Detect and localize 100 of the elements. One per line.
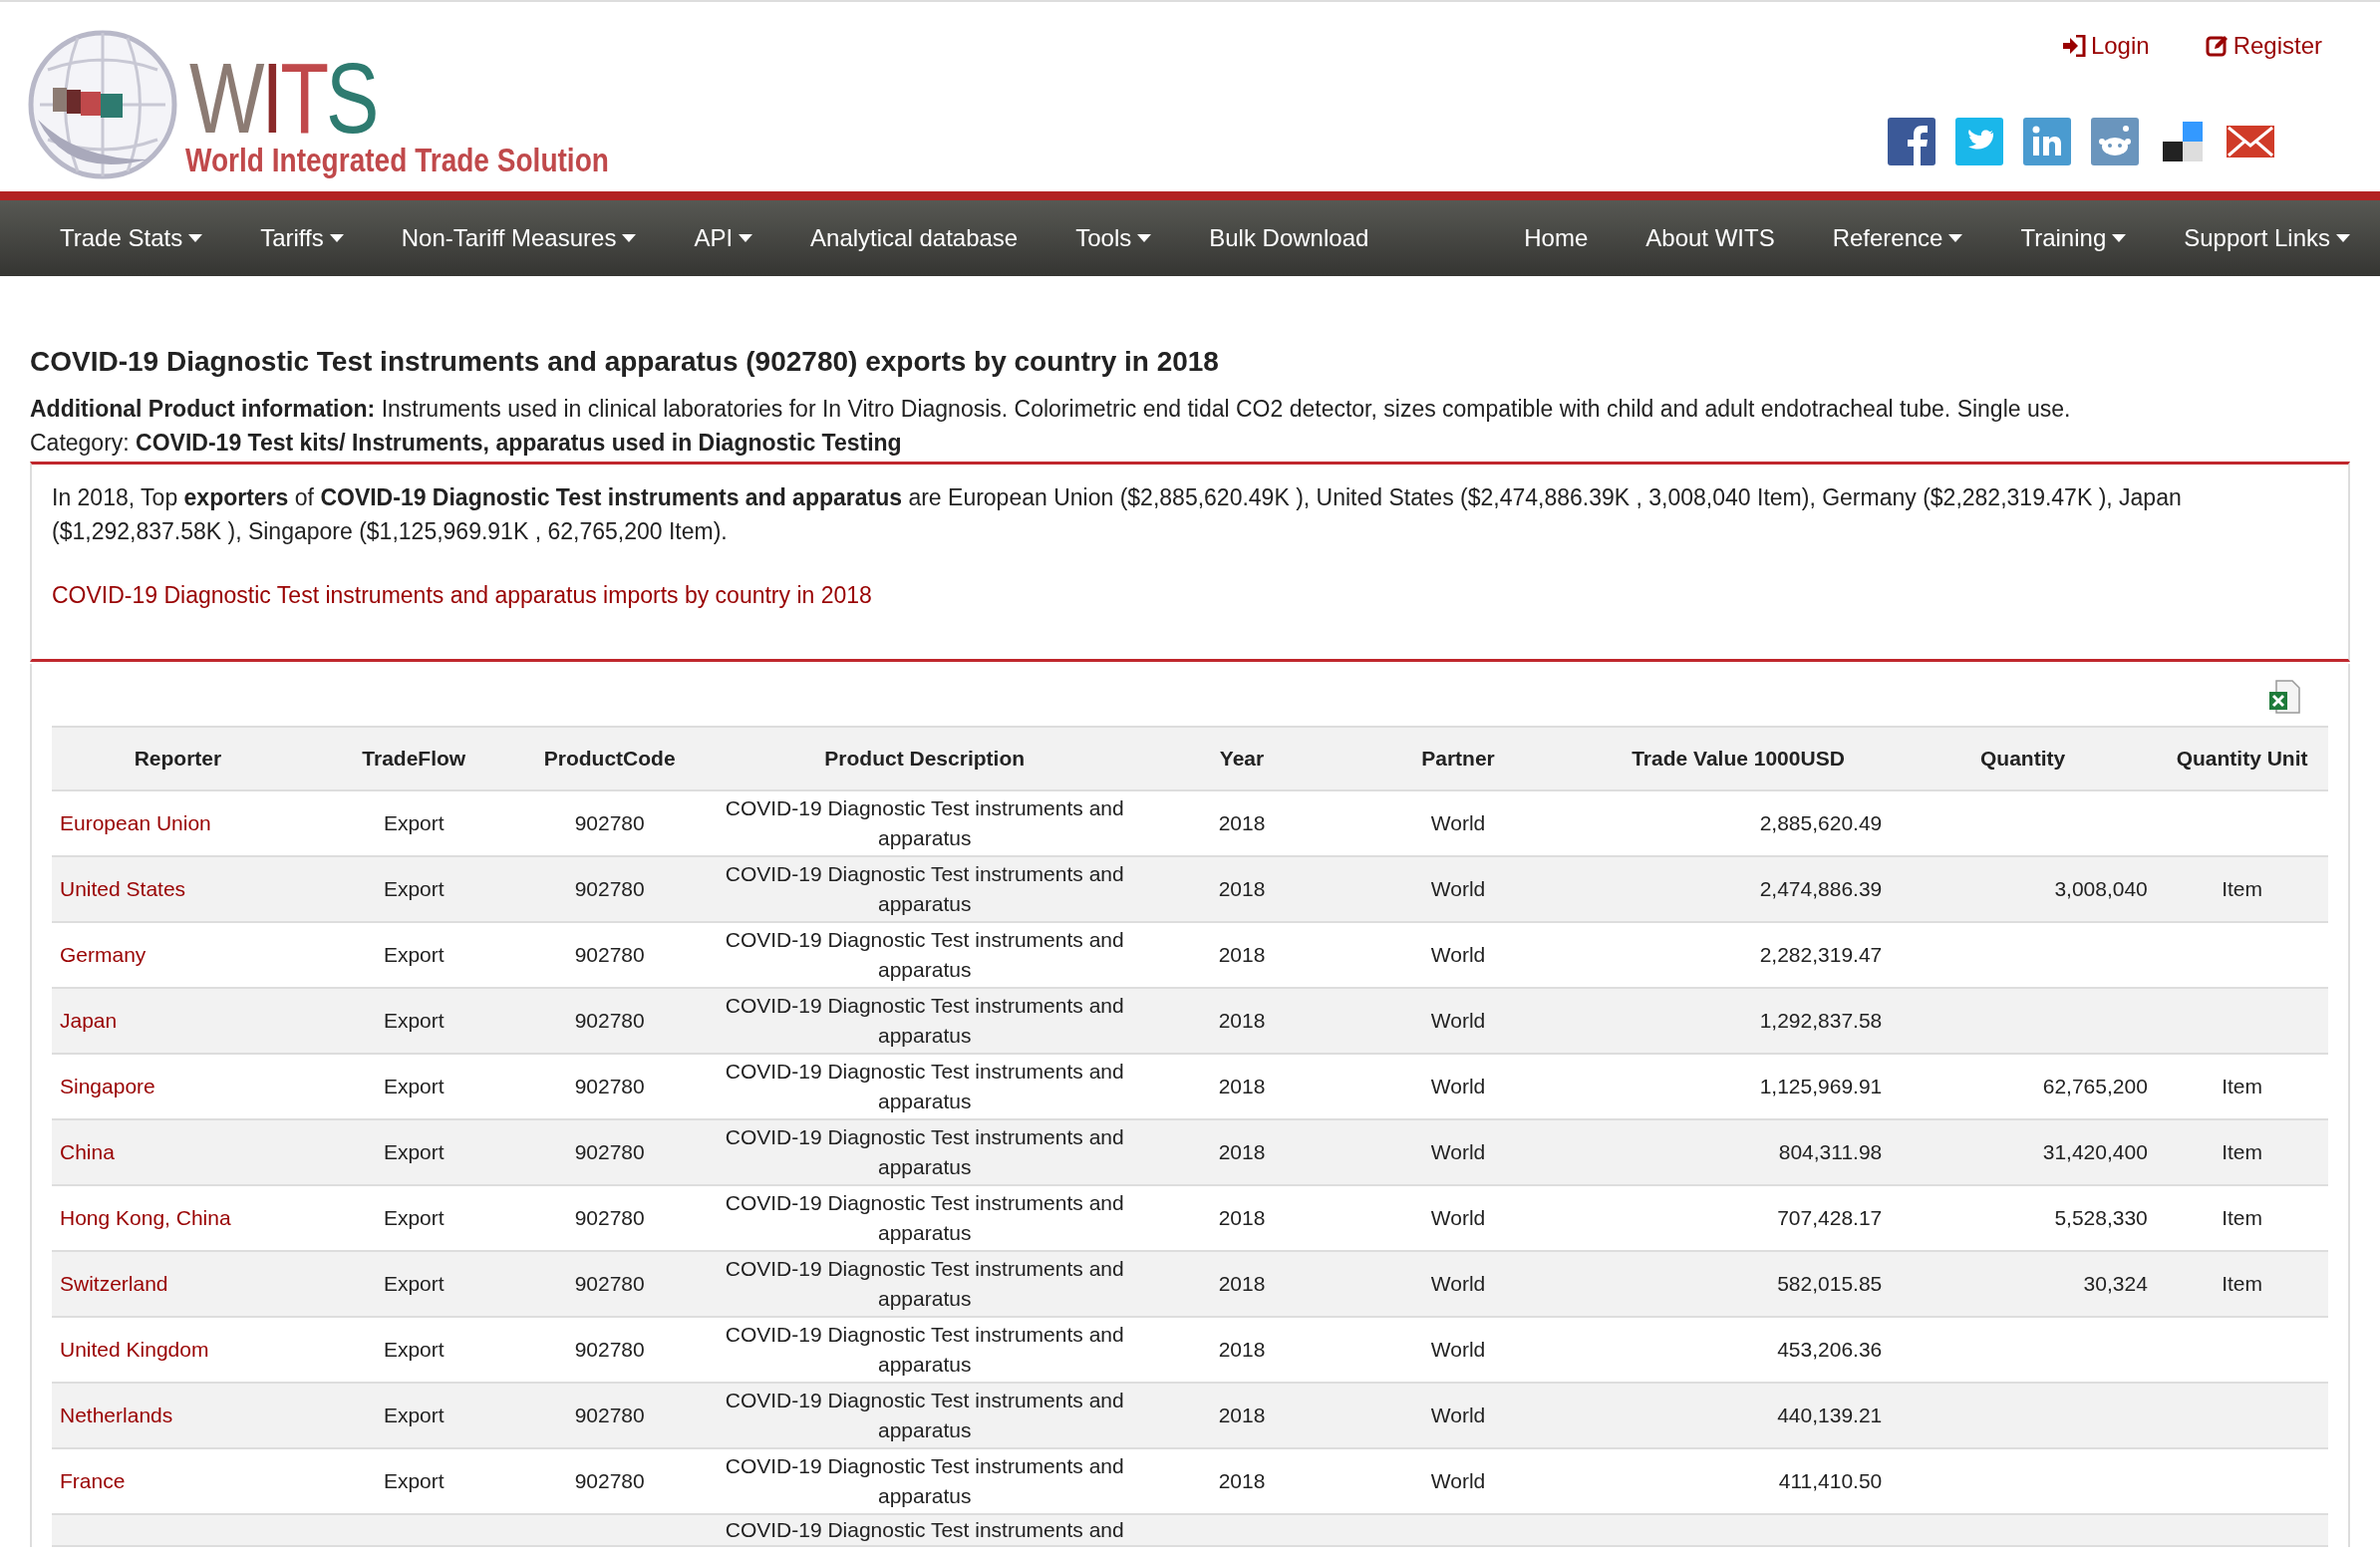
table-cell: 707,428.17 xyxy=(1777,1206,1883,1229)
table-cell: 2018 xyxy=(1218,1009,1266,1032)
reporter-link[interactable]: Netherlands xyxy=(60,1404,173,1426)
nav-link[interactable]: API xyxy=(694,224,753,252)
column-header: Partner xyxy=(1330,727,1587,790)
nav-link[interactable]: Support Links xyxy=(2184,224,2350,252)
table-cell: COVID-19 Diagnostic Test instruments and xyxy=(725,1518,1124,1541)
table-cell: Export xyxy=(383,1140,445,1163)
table-cell: Item xyxy=(2222,1272,2263,1295)
nav-link[interactable]: Tariffs xyxy=(260,224,344,252)
reporter-link[interactable]: Japan xyxy=(60,1009,118,1032)
table-cell: 2018 xyxy=(1218,1469,1266,1492)
reporter-link[interactable]: France xyxy=(60,1469,126,1492)
reporter-link[interactable]: Hong Kong, China xyxy=(60,1206,231,1229)
reporter-link[interactable]: Germany xyxy=(60,943,147,966)
table-cell: 5,528,330 xyxy=(2054,1206,2148,1229)
summary-text: In 2018, Top exporters of COVID-19 Diagnostic Test instruments and apparatus are European Union ($2,885,620.49K ), United States ($2,474,886.39K , 3,008,040 Item), Germany ($2,282,319.47K ), Japan ($1,292,837.58K ), Singapore ($1,125,969.91K , 62,765,200 Item). xyxy=(52,483,2183,546)
table-cell: 2,885,620.49 xyxy=(1759,811,1883,834)
table-cell: 2,282,319.47 xyxy=(1759,943,1883,966)
table-cell: World xyxy=(1430,1075,1486,1097)
caret-icon xyxy=(2336,234,2350,242)
table-cell: 2018 xyxy=(1218,877,1266,900)
table-cell: 902780 xyxy=(574,943,645,966)
table-cell: Export xyxy=(383,1272,445,1295)
table-cell: Item xyxy=(2222,1206,2263,1229)
caret-icon xyxy=(622,234,637,242)
table-cell: COVID-19 Diagnostic Test instruments and apparatus xyxy=(725,1389,1124,1441)
table-cell: 411,410.50 xyxy=(1778,1469,1883,1492)
table-cell: 2018 xyxy=(1218,943,1266,966)
table-cell: Export xyxy=(383,1338,445,1361)
table-cell: World xyxy=(1430,1009,1486,1032)
table-cell: 2018 xyxy=(1218,1272,1266,1295)
table-cell: 902780 xyxy=(574,1272,645,1295)
table-cell: 902780 xyxy=(574,1009,645,1032)
table-cell: 3,008,040 xyxy=(2054,877,2148,900)
nav-link[interactable]: Training xyxy=(2020,224,2127,252)
table-cell: World xyxy=(1430,1338,1486,1361)
nav-link[interactable]: Analytical database xyxy=(810,224,1019,252)
reporter-link[interactable]: Switzerland xyxy=(60,1272,168,1295)
table-cell: World xyxy=(1430,1206,1486,1229)
globe-logo-icon xyxy=(28,30,177,179)
reporter-link[interactable]: Singapore xyxy=(60,1075,155,1097)
table-cell: 902780 xyxy=(574,811,645,834)
column-header: Quantity xyxy=(1890,727,2156,790)
table-cell: 453,206.36 xyxy=(1777,1338,1883,1361)
page-title: COVID-19 Diagnostic Test instruments and apparatus (902780) exports by country in 2018 xyxy=(30,346,1220,378)
nav-link[interactable]: Trade Stats xyxy=(60,224,203,252)
nav-link[interactable]: Bulk Download xyxy=(1209,224,1369,252)
excel-icon[interactable] xyxy=(2268,680,2300,714)
table-cell: 2018 xyxy=(1218,1338,1266,1361)
table-cell: 2,474,886.39 xyxy=(1759,877,1883,900)
table-cell: 30,324 xyxy=(2083,1272,2148,1295)
table-cell: 1,292,837.58 xyxy=(1759,1009,1883,1032)
reporter-link[interactable]: China xyxy=(60,1140,115,1163)
register-link[interactable]: Register xyxy=(2205,32,2322,60)
login-link[interactable]: Login xyxy=(2062,32,2150,60)
table-cell: 902780 xyxy=(574,877,645,900)
table-cell: 902780 xyxy=(574,1075,645,1097)
table-cell: COVID-19 Diagnostic Test instruments and apparatus xyxy=(725,1060,1124,1112)
table-cell: 902780 xyxy=(574,1338,645,1361)
product-info: Additional Product information: Instruments used in clinical laboratories for In Vitro Diagnosis. Colorimetric end tidal CO2 detector, sizes compatible with child and adult endotracheal tube. Single use. xyxy=(30,395,2072,424)
caret-icon xyxy=(1137,234,1152,242)
table-cell: 902780 xyxy=(574,1404,645,1426)
reporter-link[interactable]: United Kingdom xyxy=(60,1338,209,1361)
table-cell: 1,125,969.91 xyxy=(1759,1075,1883,1097)
table-cell: 902780 xyxy=(574,1206,645,1229)
column-header: Product Description xyxy=(695,727,1154,790)
column-header: Reporter xyxy=(52,727,304,790)
facebook-icon xyxy=(1888,118,1935,165)
linkedin-icon xyxy=(2023,118,2071,165)
table-cell: World xyxy=(1430,1404,1486,1426)
reporter-link[interactable]: European Union xyxy=(60,811,211,834)
table-cell: COVID-19 Diagnostic Test instruments and apparatus xyxy=(725,1323,1124,1376)
reporter-link[interactable]: United States xyxy=(60,877,186,900)
table-cell: COVID-19 Diagnostic Test instruments and apparatus xyxy=(725,1454,1124,1507)
table-cell: 2018 xyxy=(1218,1404,1266,1426)
reddit-icon xyxy=(2091,118,2139,165)
nav-link[interactable]: Tools xyxy=(1075,224,1152,252)
column-header: ProductCode xyxy=(523,727,696,790)
caret-icon xyxy=(329,234,344,242)
table-cell: 2018 xyxy=(1218,811,1266,834)
table-cell: Export xyxy=(383,811,445,834)
table-cell: 2018 xyxy=(1218,1140,1266,1163)
imports-link[interactable]: COVID-19 Diagnostic Test instruments and apparatus imports by country in 2018 xyxy=(52,582,872,608)
edit-icon xyxy=(2205,34,2230,58)
nav-link[interactable]: Non-Tariff Measures xyxy=(401,224,637,252)
nav-link[interactable]: Reference xyxy=(1832,224,1963,252)
caret-icon xyxy=(188,234,203,242)
column-header: Quantity Unit xyxy=(2155,727,2329,790)
table-cell: Export xyxy=(383,1206,445,1229)
table-cell: Export xyxy=(383,1404,445,1426)
table-cell: 62,765,200 xyxy=(2042,1075,2148,1097)
table-cell: COVID-19 Diagnostic Test instruments and apparatus xyxy=(725,928,1124,981)
table-cell: World xyxy=(1430,1272,1486,1295)
nav-link[interactable]: About WITS xyxy=(1645,224,1775,252)
table-cell: World xyxy=(1430,1140,1486,1163)
table-cell: Item xyxy=(2222,1140,2263,1163)
table-cell: World xyxy=(1430,811,1486,834)
table-cell: Export xyxy=(383,943,445,966)
nav-link[interactable]: Home xyxy=(1524,224,1589,252)
